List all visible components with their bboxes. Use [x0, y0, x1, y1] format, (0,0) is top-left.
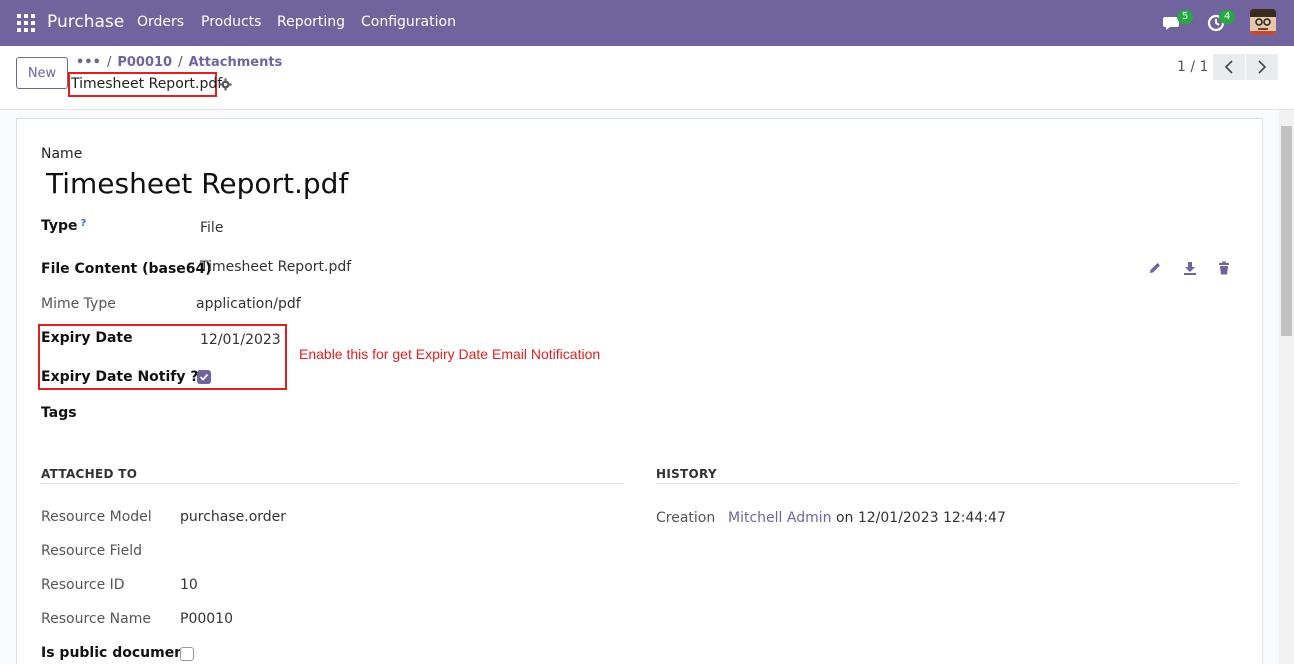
edit-icon[interactable]	[1148, 261, 1162, 275]
check-icon	[199, 373, 209, 381]
history-heading: HISTORY	[656, 467, 717, 481]
breadcrumb-more-icon[interactable]: •••	[76, 55, 101, 70]
type-field[interactable]: File	[200, 220, 223, 236]
mime-type-label: Mime Type	[41, 296, 116, 312]
history-divider	[656, 483, 1238, 484]
scrollbar[interactable]	[1279, 110, 1294, 664]
expiry-notify-label: Expiry Date Notify ??	[41, 369, 207, 385]
creation-user-link[interactable]: Mitchell Admin	[728, 510, 832, 526]
chevron-right-icon	[1258, 60, 1267, 74]
resource-model-label: Resource Model	[41, 509, 152, 525]
trash-icon[interactable]	[1217, 261, 1231, 275]
help-icon[interactable]: ?	[81, 218, 87, 229]
pager-next-button[interactable]	[1246, 54, 1278, 80]
name-field[interactable]: Timesheet Report.pdf	[46, 167, 348, 200]
top-navbar: Purchase Orders Products Reporting Confi…	[0, 0, 1294, 46]
creation-label: Creation	[656, 510, 716, 526]
menu-configuration[interactable]: Configuration	[361, 14, 456, 30]
annotation-note: Enable this for get Expiry Date Email No…	[299, 346, 601, 362]
file-content-field[interactable]: Timesheet Report.pdf	[200, 259, 351, 275]
download-icon[interactable]	[1183, 261, 1197, 275]
activities-badge: 4	[1219, 10, 1236, 24]
attached-to-heading: ATTACHED TO	[41, 467, 138, 481]
menu-products[interactable]: Products	[201, 14, 261, 30]
name-label: Name	[41, 146, 83, 162]
record-title: Timesheet Report.pdf	[71, 76, 223, 92]
breadcrumb-attachments[interactable]: Attachments	[188, 55, 282, 70]
resource-id-label: Resource ID	[41, 577, 125, 593]
menu-orders[interactable]: Orders	[137, 14, 184, 30]
file-content-label: File Content (base64)	[41, 261, 212, 277]
mime-type-field[interactable]: application/pdf	[196, 296, 301, 312]
user-avatar[interactable]	[1250, 9, 1276, 35]
app-brand[interactable]: Purchase	[47, 12, 124, 32]
control-panel: New ••• / P00010/Attachments Timesheet Rep…	[0, 46, 1294, 110]
breadcrumb-order[interactable]: P00010	[117, 55, 172, 70]
menu-reporting[interactable]: Reporting	[277, 14, 345, 30]
resource-name-label: Resource Name	[41, 611, 151, 627]
pager-value[interactable]: 1 / 1	[1177, 59, 1208, 75]
pager-previous-button[interactable]	[1213, 54, 1245, 80]
messages-badge: 5	[1177, 10, 1194, 24]
resource-model-field[interactable]: purchase.order	[180, 509, 286, 525]
scrollbar-thumb[interactable]	[1281, 126, 1292, 336]
breadcrumb: ••• / P00010/Attachments	[76, 55, 283, 70]
chevron-left-icon	[1224, 60, 1233, 74]
apps-grid-icon[interactable]	[17, 14, 35, 32]
creation-value: Mitchell Admin on 12/01/2023 12:44:47	[728, 510, 1006, 526]
creation-date: on 12/01/2023 12:44:47	[835, 510, 1006, 526]
tags-label: Tags	[41, 405, 77, 421]
new-button[interactable]: New	[16, 57, 68, 89]
resource-name-field[interactable]: P00010	[180, 611, 233, 627]
public-document-checkbox[interactable]	[180, 647, 194, 661]
expiry-notify-checkbox[interactable]	[197, 370, 211, 384]
gear-icon[interactable]	[219, 78, 232, 91]
attached-to-divider	[41, 483, 624, 484]
type-label-text: Type	[41, 218, 78, 234]
resource-field-label: Resource Field	[41, 543, 142, 559]
expiry-date-field[interactable]: 12/01/2023	[200, 332, 281, 348]
form-sheet: Name Timesheet Report.pdf Type? File Fil…	[16, 118, 1263, 664]
resource-id-field[interactable]: 10	[180, 577, 198, 593]
public-document-label: Is public document	[41, 645, 191, 661]
type-label: Type?	[41, 218, 86, 234]
expiry-date-label: Expiry Date	[41, 330, 133, 346]
